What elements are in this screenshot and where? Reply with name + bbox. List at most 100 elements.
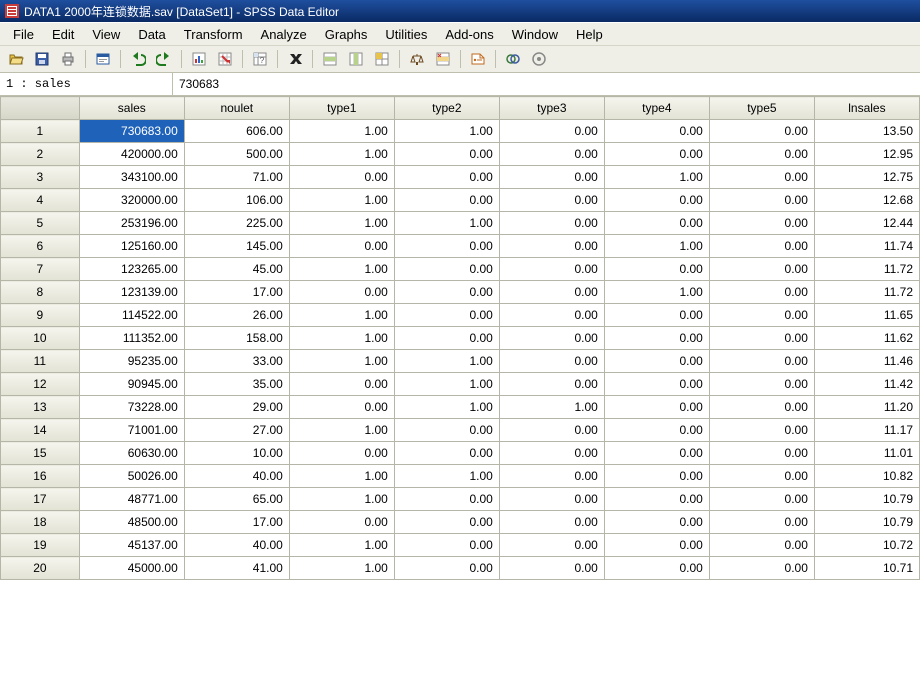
- cell[interactable]: 0.00: [394, 258, 499, 281]
- cell[interactable]: 12.44: [814, 212, 919, 235]
- cell[interactable]: 0.00: [604, 557, 709, 580]
- cell[interactable]: 0.00: [709, 419, 814, 442]
- cell[interactable]: 0.00: [499, 120, 604, 143]
- cell[interactable]: 0.00: [604, 350, 709, 373]
- cell[interactable]: 12.75: [814, 166, 919, 189]
- cell[interactable]: 0.00: [709, 258, 814, 281]
- cell[interactable]: 0.00: [709, 350, 814, 373]
- cell[interactable]: 0.00: [499, 419, 604, 442]
- cell[interactable]: 0.00: [709, 189, 814, 212]
- cell[interactable]: 90945.00: [79, 373, 184, 396]
- cell[interactable]: 0.00: [604, 442, 709, 465]
- cell[interactable]: 17.00: [184, 281, 289, 304]
- cell[interactable]: 0.00: [499, 511, 604, 534]
- row-header[interactable]: 2: [1, 143, 80, 166]
- cell[interactable]: 106.00: [184, 189, 289, 212]
- cell[interactable]: 29.00: [184, 396, 289, 419]
- col-header-type4[interactable]: type4: [604, 97, 709, 120]
- cell[interactable]: 1.00: [394, 120, 499, 143]
- cell[interactable]: 50026.00: [79, 465, 184, 488]
- cell[interactable]: 0.00: [709, 488, 814, 511]
- cell[interactable]: 1.00: [289, 557, 394, 580]
- cell[interactable]: 0.00: [394, 442, 499, 465]
- cell[interactable]: 11.46: [814, 350, 919, 373]
- cell[interactable]: 48500.00: [79, 511, 184, 534]
- cell[interactable]: 0.00: [499, 212, 604, 235]
- cell[interactable]: 95235.00: [79, 350, 184, 373]
- cell[interactable]: 12.95: [814, 143, 919, 166]
- row-header[interactable]: 12: [1, 373, 80, 396]
- col-header-lnsales[interactable]: lnsales: [814, 97, 919, 120]
- cell[interactable]: 0.00: [394, 189, 499, 212]
- weight-cases-icon[interactable]: [405, 47, 429, 71]
- row-header[interactable]: 11: [1, 350, 80, 373]
- cell[interactable]: 253196.00: [79, 212, 184, 235]
- cell[interactable]: 0.00: [289, 166, 394, 189]
- cell[interactable]: 1.00: [394, 396, 499, 419]
- cell[interactable]: 26.00: [184, 304, 289, 327]
- cell[interactable]: 0.00: [709, 557, 814, 580]
- cell[interactable]: 1.00: [499, 396, 604, 419]
- cell[interactable]: 0.00: [604, 511, 709, 534]
- cell[interactable]: 33.00: [184, 350, 289, 373]
- cell[interactable]: 1.00: [289, 120, 394, 143]
- data-table[interactable]: salesnoulettype1type2type3type4type5lnsa…: [0, 96, 920, 580]
- split-file-icon[interactable]: [370, 47, 394, 71]
- cell[interactable]: 0.00: [709, 465, 814, 488]
- cell[interactable]: 0.00: [709, 327, 814, 350]
- cell[interactable]: 0.00: [604, 304, 709, 327]
- cell[interactable]: 0.00: [394, 304, 499, 327]
- use-sets-icon[interactable]: [501, 47, 525, 71]
- cell[interactable]: 10.72: [814, 534, 919, 557]
- menu-help[interactable]: Help: [567, 25, 612, 44]
- undo-icon[interactable]: [126, 47, 150, 71]
- cell[interactable]: 0.00: [499, 258, 604, 281]
- cell[interactable]: 10.71: [814, 557, 919, 580]
- cell[interactable]: 0.00: [499, 327, 604, 350]
- cell[interactable]: 145.00: [184, 235, 289, 258]
- cell[interactable]: 11.20: [814, 396, 919, 419]
- row-header[interactable]: 8: [1, 281, 80, 304]
- cell-value-box[interactable]: 730683: [173, 73, 920, 95]
- cell[interactable]: 0.00: [394, 488, 499, 511]
- cell[interactable]: 320000.00: [79, 189, 184, 212]
- menu-file[interactable]: File: [4, 25, 43, 44]
- row-header[interactable]: 5: [1, 212, 80, 235]
- cell[interactable]: 11.72: [814, 258, 919, 281]
- cell[interactable]: 11.01: [814, 442, 919, 465]
- cell[interactable]: 0.00: [289, 281, 394, 304]
- redo-icon[interactable]: [152, 47, 176, 71]
- cell[interactable]: 0.00: [499, 373, 604, 396]
- cell[interactable]: 0.00: [604, 189, 709, 212]
- print-icon[interactable]: [56, 47, 80, 71]
- cell[interactable]: 420000.00: [79, 143, 184, 166]
- row-header[interactable]: 14: [1, 419, 80, 442]
- cell[interactable]: 11.62: [814, 327, 919, 350]
- show-all-icon[interactable]: [527, 47, 551, 71]
- cell[interactable]: 60630.00: [79, 442, 184, 465]
- cell[interactable]: 730683.00: [79, 120, 184, 143]
- cell[interactable]: 0.00: [499, 442, 604, 465]
- cell[interactable]: 0.00: [394, 534, 499, 557]
- cell[interactable]: 0.00: [499, 166, 604, 189]
- col-header-type1[interactable]: type1: [289, 97, 394, 120]
- menu-addons[interactable]: Add-ons: [436, 25, 502, 44]
- cell[interactable]: 0.00: [289, 396, 394, 419]
- cell[interactable]: 0.00: [499, 189, 604, 212]
- find-icon[interactable]: [283, 47, 307, 71]
- cell[interactable]: 0.00: [604, 212, 709, 235]
- dialog-recall-icon[interactable]: [91, 47, 115, 71]
- cell[interactable]: 0.00: [289, 442, 394, 465]
- cell[interactable]: 1.00: [289, 327, 394, 350]
- cell[interactable]: 1.00: [604, 166, 709, 189]
- col-header-type5[interactable]: type5: [709, 97, 814, 120]
- cell[interactable]: 48771.00: [79, 488, 184, 511]
- cell[interactable]: 11.42: [814, 373, 919, 396]
- cell[interactable]: 0.00: [394, 166, 499, 189]
- cell[interactable]: 0.00: [709, 166, 814, 189]
- insert-variable-icon[interactable]: [344, 47, 368, 71]
- cell[interactable]: 35.00: [184, 373, 289, 396]
- cell[interactable]: 0.00: [499, 235, 604, 258]
- cell[interactable]: 0.00: [709, 281, 814, 304]
- cell[interactable]: 11.74: [814, 235, 919, 258]
